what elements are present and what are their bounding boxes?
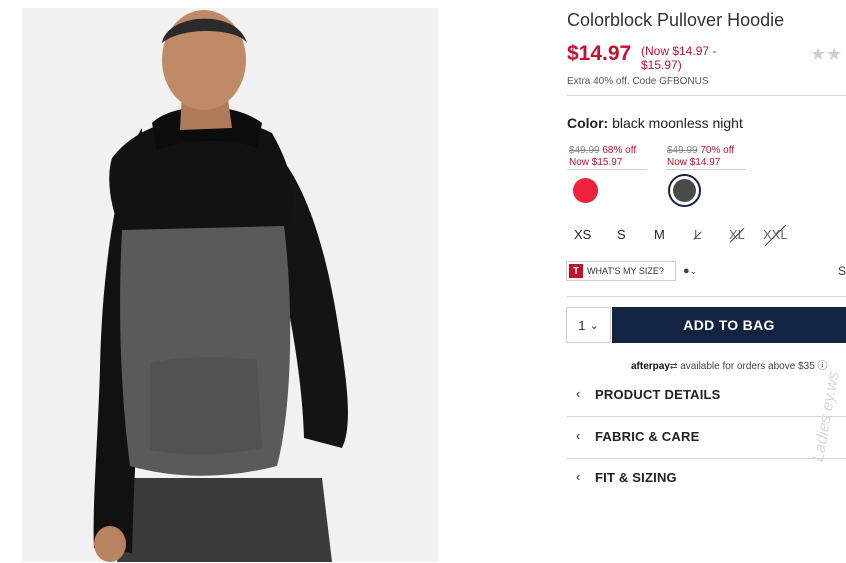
divider — [567, 296, 846, 297]
divider — [666, 169, 746, 170]
afterpay-message: afterpay⇄ available for orders above $35… — [631, 357, 828, 372]
chevron-left-icon: ‹ — [576, 428, 581, 443]
price-range: (Now $14.97 - $15.97) — [641, 44, 717, 72]
size-xl-unavailable[interactable]: XL — [729, 227, 745, 242]
swatch-discount: 68% off — [602, 145, 637, 156]
model-illustration — [22, 8, 438, 562]
promo-text: Extra 40% off. Code GFBONUS — [567, 76, 709, 87]
accordion-fit-sizing[interactable]: ‹ FIT & SIZING — [566, 459, 846, 499]
whats-my-size-button[interactable]: T WHAT'S MY SIZE? — [566, 261, 676, 281]
chevron-down-icon: ⌄ — [589, 319, 599, 332]
size-xxl-unavailable[interactable]: XXL — [763, 227, 788, 242]
swatch-was-price: $49.99 — [667, 145, 698, 156]
afterpay-icon: ⇄ — [669, 361, 678, 371]
chevron-down-icon: ⌄ — [689, 266, 698, 276]
truefit-icon: T — [569, 264, 583, 278]
profile-dropdown[interactable]: ●⌄ — [683, 265, 697, 277]
color-label: Color: — [567, 115, 609, 131]
quantity-select[interactable]: 1 ⌄ — [566, 307, 611, 343]
swatch-price-black: $49.99 70% off Now $14.97 — [667, 145, 747, 169]
afterpay-logo: afterpay — [631, 361, 670, 372]
divider — [567, 169, 647, 170]
size-m[interactable]: M — [654, 227, 665, 242]
product-title: Colorblock Pullover Hoodie — [567, 10, 785, 30]
accordion-label: FIT & SIZING — [595, 470, 677, 485]
sale-price: $14.97 — [567, 42, 632, 65]
add-to-bag-button[interactable]: ADD TO BAG — [612, 307, 846, 343]
divider — [567, 416, 846, 417]
quantity-value: 1 — [578, 317, 586, 333]
chevron-left-icon: ‹ — [576, 386, 581, 401]
size-xs[interactable]: XS — [574, 227, 591, 242]
accordion-product-details[interactable]: ‹ PRODUCT DETAILS — [566, 376, 846, 416]
divider — [567, 95, 846, 96]
swatch-was-price: $49.99 — [569, 145, 600, 156]
swatch-discount: 70% off — [700, 145, 735, 156]
afterpay-text: available for orders above $35 — [680, 361, 815, 372]
user-icon: ● — [683, 265, 690, 277]
color-swatch-black-selected[interactable] — [668, 174, 701, 207]
swatch-price-red: $49.99 68% off Now $15.97 — [569, 145, 649, 169]
rating-stars[interactable]: ★★ — [810, 44, 842, 65]
swatch-fill — [673, 179, 696, 202]
size-s[interactable]: S — [617, 227, 626, 242]
accordion-fabric-care[interactable]: ‹ FABRIC & CARE — [566, 418, 846, 458]
color-selection: Color: black moonless night — [567, 115, 743, 131]
accordion-label: FABRIC & CARE — [595, 429, 700, 444]
whats-my-size-label: WHAT'S MY SIZE? — [587, 266, 664, 276]
chevron-left-icon: ‹ — [576, 469, 581, 484]
swatch-now-price: Now $15.97 — [569, 157, 623, 168]
color-swatch-red[interactable] — [573, 178, 598, 203]
size-l-unavailable[interactable]: L — [694, 227, 701, 242]
accordion-label: PRODUCT DETAILS — [595, 387, 721, 402]
color-value: black moonless night — [612, 115, 743, 131]
product-image[interactable] — [22, 8, 438, 562]
swatch-now-price: Now $14.97 — [667, 157, 721, 168]
size-recommendation: S — [838, 264, 846, 278]
